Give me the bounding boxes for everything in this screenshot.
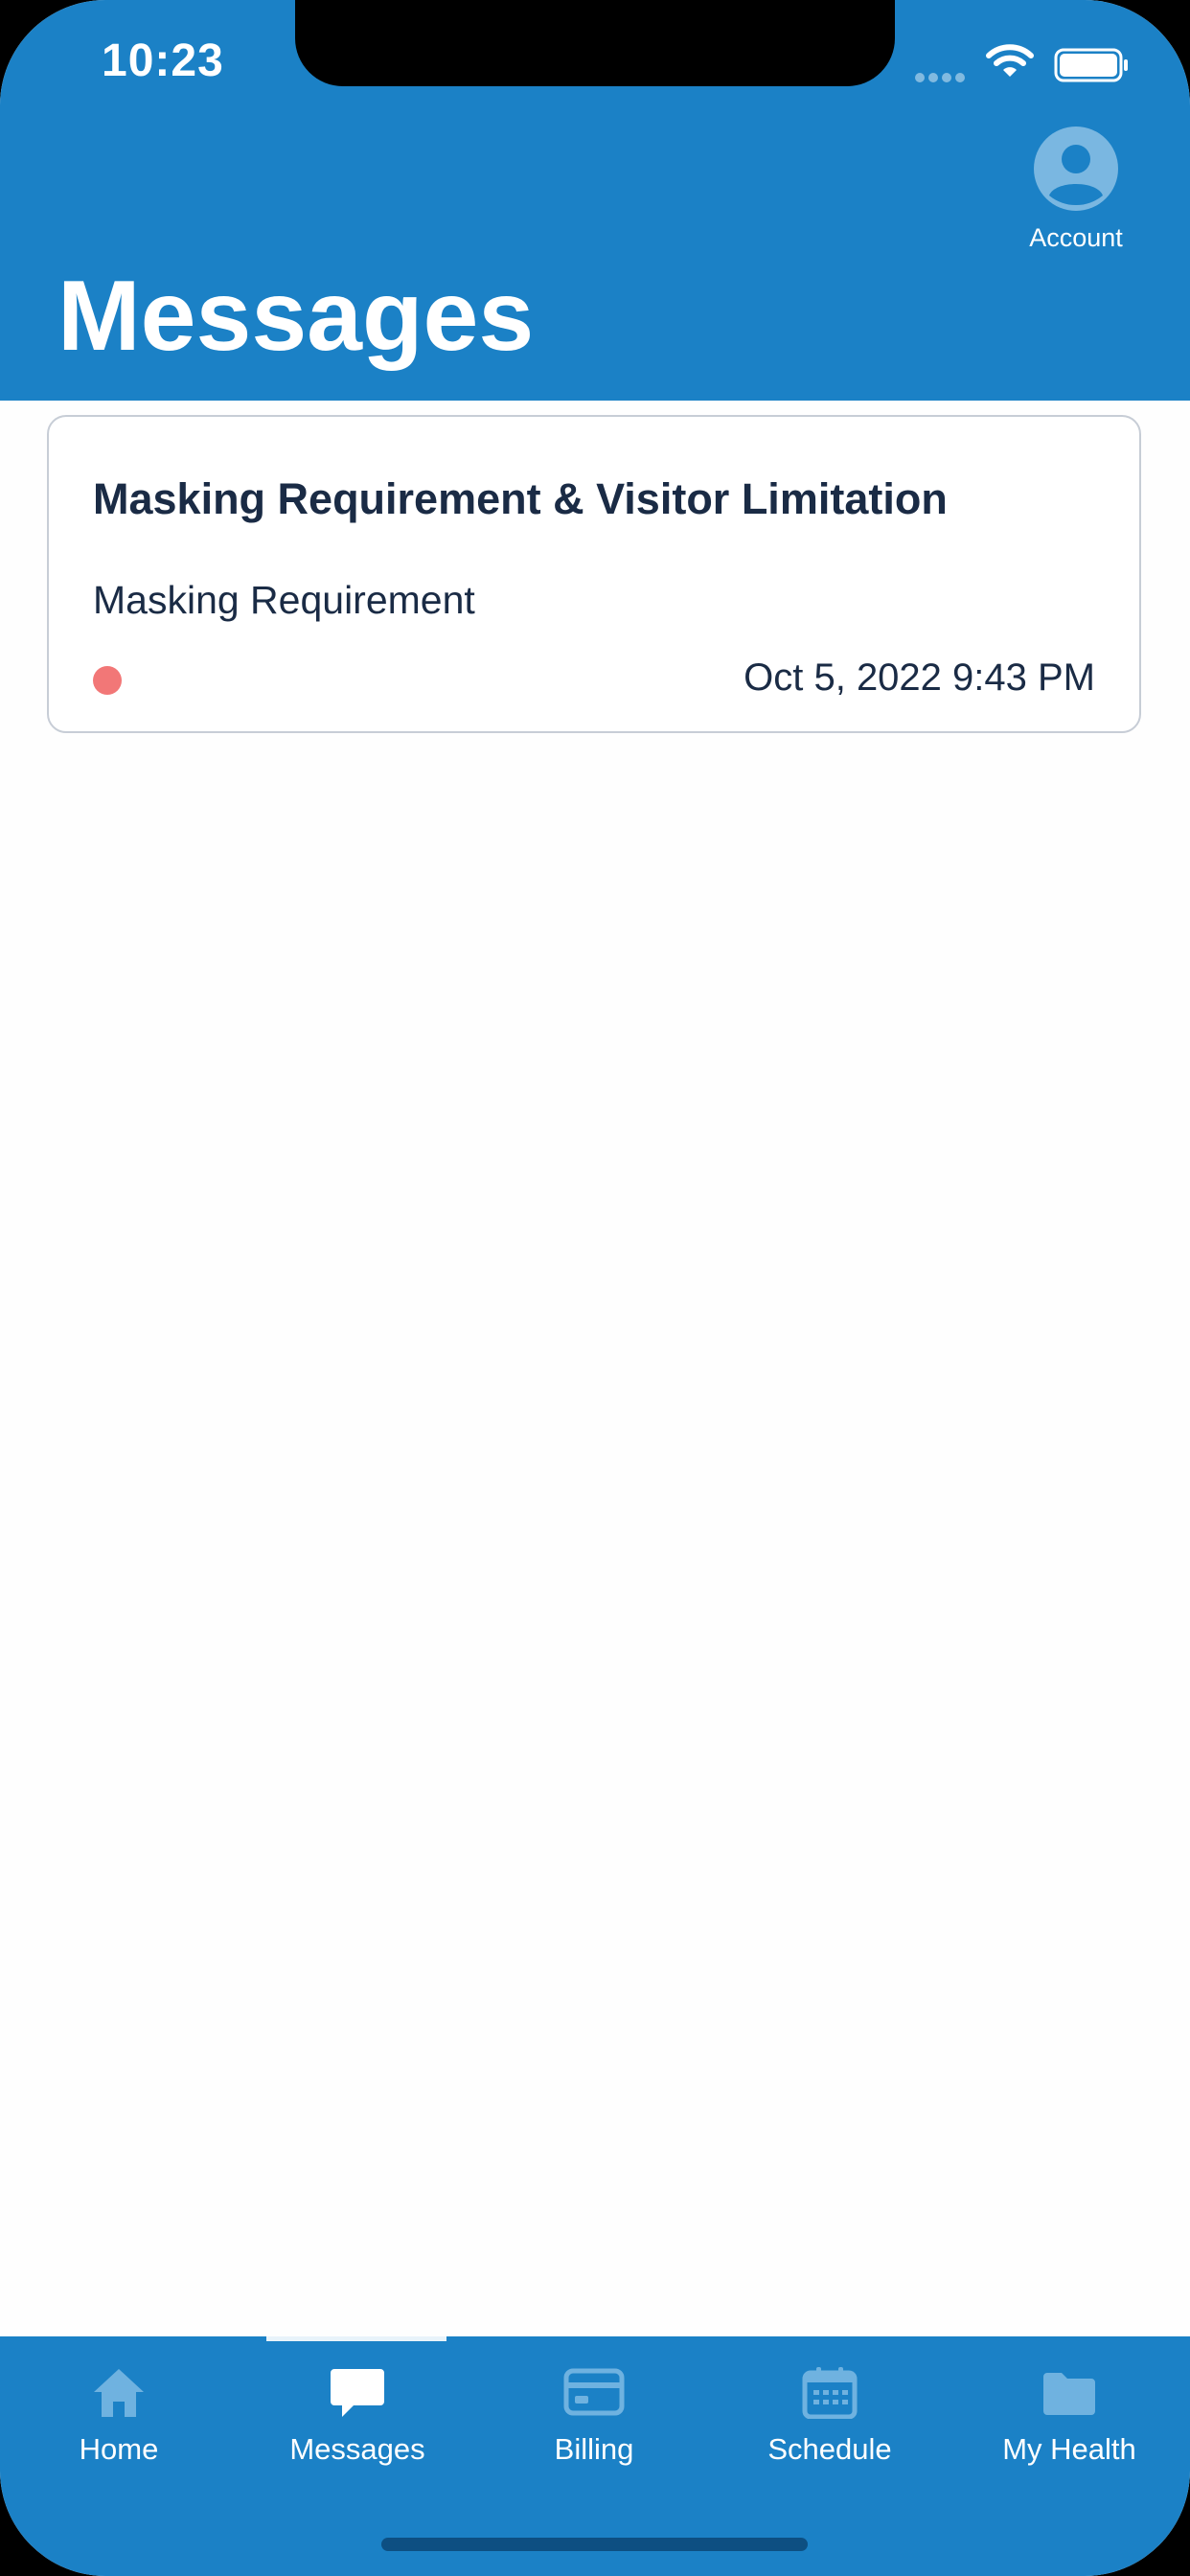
device-notch — [295, 0, 895, 86]
message-title: Masking Requirement & Visitor Limitation — [93, 474, 948, 523]
account-avatar-icon — [1034, 126, 1118, 211]
message-subtitle: Masking Requirement — [93, 578, 475, 622]
tab-label: Home — [79, 2432, 159, 2466]
tab-home[interactable]: Home — [4, 2365, 234, 2467]
page-title: Messages — [57, 261, 535, 372]
wifi-icon — [986, 44, 1034, 77]
active-tab-indicator — [266, 2336, 446, 2341]
tab-billing[interactable]: Billing — [479, 2365, 709, 2467]
tab-my-health[interactable]: My Health — [954, 2365, 1184, 2467]
status-time: 10:23 — [102, 35, 224, 86]
message-card[interactable]: Masking Requirement & Visitor Limitation… — [47, 415, 1141, 733]
battery-icon — [1054, 48, 1128, 82]
tab-label: Messages — [289, 2432, 425, 2466]
tab-label: Schedule — [767, 2432, 892, 2466]
account-label: Account — [1029, 223, 1123, 252]
header: 10:23 Account Messages — [0, 0, 1190, 401]
unread-indicator-dot — [93, 666, 122, 695]
tab-messages[interactable]: Messages — [242, 2365, 472, 2467]
account-button[interactable]: Account — [1016, 125, 1136, 253]
app-screen: 10:23 Account Messages Masking Requireme… — [0, 0, 1190, 2576]
tab-schedule[interactable]: Schedule — [715, 2365, 945, 2467]
credit-card-icon — [563, 2368, 625, 2416]
calendar-icon — [802, 2367, 858, 2419]
home-indicator[interactable] — [381, 2538, 808, 2551]
cellular-signal-icon — [915, 70, 969, 87]
chat-bubble-icon — [331, 2369, 384, 2417]
folder-icon — [1043, 2373, 1095, 2415]
message-date: Oct 5, 2022 9:43 PM — [744, 656, 1095, 699]
home-icon — [94, 2369, 144, 2417]
tab-label: Billing — [554, 2432, 634, 2466]
tab-label: My Health — [1002, 2432, 1136, 2466]
